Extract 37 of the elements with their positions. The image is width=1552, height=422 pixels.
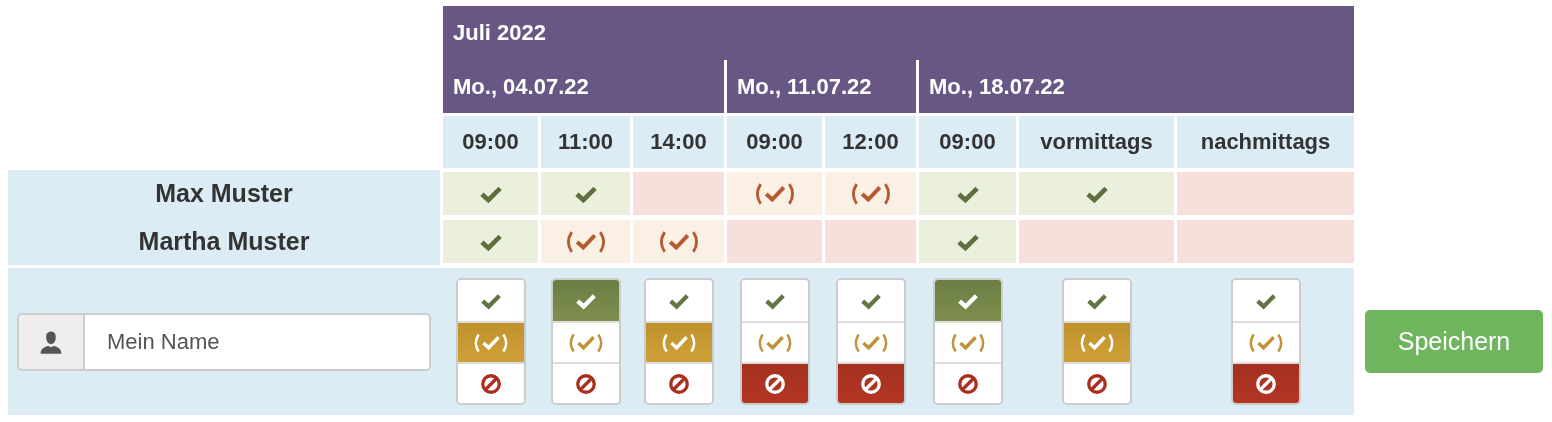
yes-option[interactable] bbox=[552, 280, 619, 321]
no-option[interactable] bbox=[645, 362, 712, 403]
date-header: Mo., 18.07.22 bbox=[919, 60, 1354, 113]
date-header: Mo., 11.07.22 bbox=[727, 60, 916, 113]
forbidden-icon bbox=[763, 372, 786, 395]
no-option[interactable] bbox=[934, 362, 1001, 403]
no-option[interactable] bbox=[1063, 362, 1130, 403]
yes-option[interactable] bbox=[934, 280, 1001, 321]
maybe-option[interactable] bbox=[645, 321, 712, 362]
no-option[interactable] bbox=[1232, 362, 1299, 403]
no-option[interactable] bbox=[457, 362, 524, 403]
participant-name: Max Muster bbox=[154, 178, 294, 209]
time-header: 12:00 bbox=[825, 116, 916, 168]
date-header: Mo., 04.07.22 bbox=[443, 60, 724, 113]
time-header: 09:00 bbox=[727, 116, 822, 168]
no-option[interactable] bbox=[552, 362, 619, 403]
name-field[interactable]: Mein Name bbox=[17, 312, 431, 371]
maybe-option[interactable] bbox=[1063, 321, 1130, 362]
month-header: Juli 2022 bbox=[443, 6, 1354, 60]
forbidden-icon bbox=[574, 372, 597, 395]
time-header: nachmittags bbox=[1177, 116, 1354, 168]
forbidden-icon bbox=[1254, 372, 1277, 395]
save-button[interactable]: Speichern bbox=[1365, 310, 1543, 373]
time-header: 09:00 bbox=[919, 116, 1016, 168]
no-option[interactable] bbox=[741, 362, 808, 403]
maybe-option[interactable] bbox=[457, 321, 524, 362]
forbidden-icon bbox=[667, 372, 690, 395]
time-header: vormittags bbox=[1019, 116, 1174, 168]
forbidden-icon bbox=[859, 372, 882, 395]
forbidden-icon bbox=[479, 372, 502, 395]
time-header: 14:00 bbox=[633, 116, 724, 168]
time-header: 11:00 bbox=[541, 116, 630, 168]
time-header: 09:00 bbox=[443, 116, 538, 168]
forbidden-icon bbox=[956, 372, 979, 395]
participant-name: Martha Muster bbox=[137, 226, 311, 257]
no-option[interactable] bbox=[837, 362, 904, 403]
forbidden-icon bbox=[1085, 372, 1108, 395]
